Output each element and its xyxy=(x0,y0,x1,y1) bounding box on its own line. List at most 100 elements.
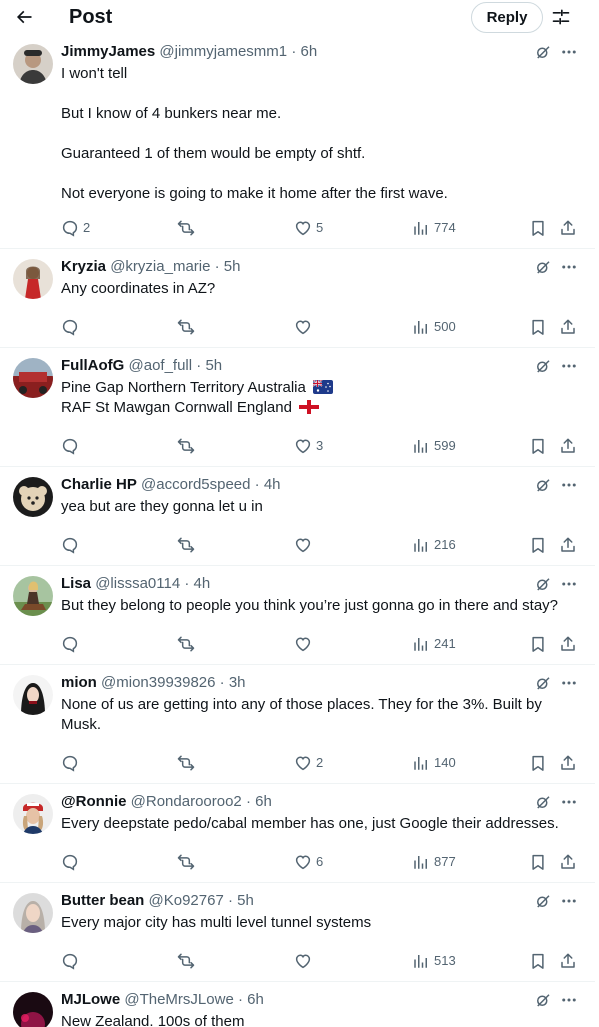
repost-action[interactable] xyxy=(176,852,200,872)
repost-action[interactable] xyxy=(176,436,200,456)
grok-button[interactable] xyxy=(534,476,554,496)
display-name[interactable]: JimmyJames xyxy=(61,43,155,60)
like-action[interactable] xyxy=(294,535,316,555)
more-button[interactable] xyxy=(560,793,580,813)
grok-button[interactable] xyxy=(534,258,554,278)
share-action[interactable] xyxy=(559,852,577,872)
bookmark-action[interactable] xyxy=(529,317,547,337)
settings-button[interactable] xyxy=(549,5,573,29)
user-handle[interactable]: @Rondarooroo2 xyxy=(131,793,242,810)
user-handle[interactable]: @Ko92767 xyxy=(149,892,224,909)
like-action[interactable] xyxy=(294,634,316,654)
timestamp[interactable]: 4h xyxy=(194,575,211,592)
avatar[interactable] xyxy=(13,576,53,616)
bookmark-action[interactable] xyxy=(529,218,547,238)
repost-action[interactable] xyxy=(176,317,200,337)
reply-post[interactable]: FullAofG @aof_full · 5h Pine Gap Norther… xyxy=(0,348,595,467)
reply-post[interactable]: JimmyJames @jimmyjamesmm1 · 6h I won't t… xyxy=(0,34,595,249)
avatar[interactable] xyxy=(13,893,53,933)
views-action[interactable]: 500 xyxy=(412,317,456,337)
reply-post[interactable]: MJLowe @TheMrsJLowe · 6h New Zealand. 10… xyxy=(0,982,595,1027)
like-action[interactable] xyxy=(294,317,316,337)
reply-post[interactable]: Butter bean @Ko92767 · 5h Every major ci… xyxy=(0,883,595,982)
more-button[interactable] xyxy=(560,357,580,377)
more-button[interactable] xyxy=(560,575,580,595)
bookmark-action[interactable] xyxy=(529,535,547,555)
back-button[interactable] xyxy=(12,5,36,29)
user-handle[interactable]: @mion39939826 xyxy=(101,674,215,691)
avatar[interactable] xyxy=(13,675,53,715)
bookmark-action[interactable] xyxy=(529,753,547,773)
more-button[interactable] xyxy=(560,258,580,278)
timestamp[interactable]: 5h xyxy=(224,258,241,275)
user-handle[interactable]: @lisssa0114 xyxy=(95,575,180,592)
share-action[interactable] xyxy=(559,317,577,337)
share-action[interactable] xyxy=(559,753,577,773)
reply-post[interactable]: mion @mion39939826 · 3h None of us are g… xyxy=(0,665,595,784)
user-handle[interactable]: @jimmyjamesmm1 xyxy=(159,43,287,60)
reply-action[interactable] xyxy=(61,753,83,773)
avatar[interactable] xyxy=(13,992,53,1027)
timestamp[interactable]: 6h xyxy=(255,793,272,810)
repost-action[interactable] xyxy=(176,218,200,238)
views-action[interactable]: 216 xyxy=(412,535,456,555)
more-button[interactable] xyxy=(560,43,580,63)
reply-action[interactable] xyxy=(61,535,83,555)
display-name[interactable]: Kryzia xyxy=(61,258,106,275)
reply-post[interactable]: Kryzia @kryzia_marie · 5h Any coordinate… xyxy=(0,249,595,348)
like-action[interactable]: 6 xyxy=(294,852,323,872)
timestamp[interactable]: 3h xyxy=(229,674,246,691)
display-name[interactable]: Charlie HP xyxy=(61,476,137,493)
grok-button[interactable] xyxy=(534,43,554,63)
like-action[interactable]: 2 xyxy=(294,753,323,773)
reply-button[interactable]: Reply xyxy=(471,2,543,33)
display-name[interactable]: MJLowe xyxy=(61,991,120,1008)
share-action[interactable] xyxy=(559,634,577,654)
share-action[interactable] xyxy=(559,436,577,456)
share-action[interactable] xyxy=(559,218,577,238)
bookmark-action[interactable] xyxy=(529,852,547,872)
repost-action[interactable] xyxy=(176,951,200,971)
like-action[interactable]: 5 xyxy=(294,218,323,238)
bookmark-action[interactable] xyxy=(529,634,547,654)
more-button[interactable] xyxy=(560,674,580,694)
share-action[interactable] xyxy=(559,535,577,555)
display-name[interactable]: Lisa xyxy=(61,575,91,592)
display-name[interactable]: mion xyxy=(61,674,97,691)
timestamp[interactable]: 6h xyxy=(247,991,264,1008)
display-name[interactable]: Butter bean xyxy=(61,892,144,909)
more-button[interactable] xyxy=(560,991,580,1011)
timestamp[interactable]: 5h xyxy=(205,357,222,374)
grok-button[interactable] xyxy=(534,991,554,1011)
timestamp[interactable]: 5h xyxy=(237,892,254,909)
user-handle[interactable]: @TheMrsJLowe xyxy=(124,991,233,1008)
grok-button[interactable] xyxy=(534,793,554,813)
timestamp[interactable]: 6h xyxy=(300,43,317,60)
views-action[interactable]: 140 xyxy=(412,753,456,773)
timestamp[interactable]: 4h xyxy=(264,476,281,493)
views-action[interactable]: 513 xyxy=(412,951,456,971)
reply-action[interactable] xyxy=(61,634,83,654)
avatar[interactable] xyxy=(13,44,53,84)
repost-action[interactable] xyxy=(176,535,200,555)
reply-post[interactable]: Charlie HP @accord5speed · 4h yea but ar… xyxy=(0,467,595,566)
bookmark-action[interactable] xyxy=(529,951,547,971)
grok-button[interactable] xyxy=(534,674,554,694)
user-handle[interactable]: @accord5speed xyxy=(141,476,250,493)
reply-post[interactable]: @Ronnie @Rondarooroo2 · 6h Every deepsta… xyxy=(0,784,595,883)
repost-action[interactable] xyxy=(176,753,200,773)
reply-post[interactable]: Lisa @lisssa0114 · 4h But they belong to… xyxy=(0,566,595,665)
user-handle[interactable]: @kryzia_marie xyxy=(110,258,210,275)
avatar[interactable] xyxy=(13,477,53,517)
more-button[interactable] xyxy=(560,476,580,496)
grok-button[interactable] xyxy=(534,357,554,377)
views-action[interactable]: 774 xyxy=(412,218,456,238)
display-name[interactable]: FullAofG xyxy=(61,357,124,374)
views-action[interactable]: 241 xyxy=(412,634,456,654)
reply-action[interactable] xyxy=(61,951,83,971)
bookmark-action[interactable] xyxy=(529,436,547,456)
more-button[interactable] xyxy=(560,892,580,912)
like-action[interactable] xyxy=(294,951,316,971)
grok-button[interactable] xyxy=(534,892,554,912)
avatar[interactable] xyxy=(13,358,53,398)
